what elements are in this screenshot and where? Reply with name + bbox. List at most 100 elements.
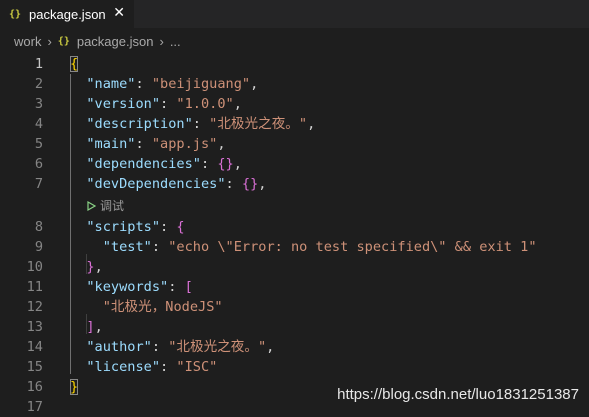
code-content: ], xyxy=(70,317,103,337)
code-token: : xyxy=(225,176,242,192)
code-content: "keywords": [ xyxy=(70,277,192,297)
code-token: "name" xyxy=(86,76,136,92)
code-token: "ISC" xyxy=(176,359,218,375)
code-line[interactable]: 10 }, xyxy=(0,257,589,277)
code-content: "version": "1.0.0", xyxy=(70,94,242,114)
code-line[interactable]: 9 "test": "echo \"Error: no test specifi… xyxy=(0,237,589,257)
code-token: : xyxy=(151,339,169,355)
code-token: } xyxy=(86,259,95,275)
code-token: : xyxy=(151,239,169,255)
code-token: "scripts" xyxy=(86,219,161,235)
code-line[interactable]: 1{ xyxy=(0,54,589,74)
tab-bar: {} package.json ✕ xyxy=(0,0,589,28)
codelens-debug[interactable]: 调试 xyxy=(86,197,124,215)
tab-package-json[interactable]: {} package.json ✕ xyxy=(0,0,134,28)
line-number: 7 xyxy=(34,176,43,192)
code-token: : xyxy=(135,76,152,92)
code-content: "scripts": { xyxy=(70,217,184,237)
line-number: 4 xyxy=(34,116,43,132)
code-token: , xyxy=(307,116,316,132)
play-icon xyxy=(87,201,96,211)
close-icon[interactable]: ✕ xyxy=(113,5,125,21)
code-token: "北极光之夜。" xyxy=(209,116,308,132)
code-token: "test" xyxy=(102,239,152,255)
code-token: , xyxy=(266,339,275,355)
line-number: 6 xyxy=(34,156,43,172)
code-token: { xyxy=(70,56,79,72)
chevron-right-icon: › xyxy=(47,34,52,49)
breadcrumb-item-package-json[interactable]: package.json xyxy=(77,34,154,49)
breadcrumb-item-more[interactable]: ... xyxy=(170,34,181,49)
code-token: , xyxy=(94,259,103,275)
code-token: , xyxy=(233,156,242,172)
code-line[interactable]: 12 "北极光，NodeJS" xyxy=(0,297,589,317)
code-content: "license": "ISC" xyxy=(70,357,217,377)
line-number: 2 xyxy=(34,76,43,92)
code-content: "test": "echo \"Error: no test specified… xyxy=(70,237,537,257)
code-line[interactable]: 13 ], xyxy=(0,317,589,337)
code-token: "version" xyxy=(86,96,161,112)
line-number: 11 xyxy=(26,279,43,295)
line-number: 17 xyxy=(26,399,43,415)
code-line[interactable]: 6 "dependencies": {}, xyxy=(0,154,589,174)
code-content: } xyxy=(70,377,79,397)
line-number: 14 xyxy=(26,339,43,355)
line-number: 12 xyxy=(26,299,43,315)
line-number: 10 xyxy=(26,259,43,275)
code-token: "北极光之夜。" xyxy=(168,339,267,355)
code-line[interactable]: 11 "keywords": [ xyxy=(0,277,589,297)
code-line[interactable]: 8 "scripts": { xyxy=(0,217,589,237)
code-token: , xyxy=(233,96,242,112)
code-token: : xyxy=(168,279,185,295)
code-token: "author" xyxy=(86,339,152,355)
code-line[interactable]: 5 "main": "app.js", xyxy=(0,134,589,154)
line-number: 15 xyxy=(26,359,43,375)
code-line[interactable]: 15 "license": "ISC" xyxy=(0,357,589,377)
code-token: : xyxy=(160,219,177,235)
json-file-icon: {} xyxy=(57,36,70,47)
code-token: "devDependencies" xyxy=(86,176,226,192)
line-number: 16 xyxy=(26,379,43,395)
line-number: 13 xyxy=(26,319,43,335)
code-token: "beijiguang" xyxy=(151,76,251,92)
line-number: 3 xyxy=(34,96,43,112)
code-token: : xyxy=(200,156,218,172)
code-token: ] xyxy=(86,319,95,335)
code-token: "main" xyxy=(86,136,136,152)
code-token: , xyxy=(94,319,103,335)
code-line[interactable]: 4 "description": "北极光之夜。", xyxy=(0,114,589,134)
code-token: : xyxy=(160,96,177,112)
code-content: { xyxy=(70,54,79,74)
code-line[interactable]: 14 "author": "北极光之夜。", xyxy=(0,337,589,357)
breadcrumb-item-work[interactable]: work xyxy=(14,34,41,49)
code-token: "echo \"Error: no test specified\" && ex… xyxy=(168,239,537,255)
code-token: "keywords" xyxy=(86,279,169,295)
code-line[interactable]: 3 "version": "1.0.0", xyxy=(0,94,589,114)
tab-label: package.json xyxy=(29,6,106,22)
code-token: , xyxy=(250,76,259,92)
code-line[interactable]: 7 "devDependencies": {}, xyxy=(0,174,589,194)
json-file-icon: {} xyxy=(9,8,22,20)
code-token: , xyxy=(258,176,267,192)
code-content: "dependencies": {}, xyxy=(70,154,242,174)
code-line[interactable]: 2 "name": "beijiguang", xyxy=(0,74,589,94)
chevron-right-icon: › xyxy=(159,34,164,49)
code-token: : xyxy=(192,116,210,132)
code-token: "北极光，NodeJS" xyxy=(102,299,223,315)
code-content: "name": "beijiguang", xyxy=(70,74,258,94)
code-editor[interactable]: 调试 1{2 "name": "beijiguang", 3 "version":… xyxy=(0,54,589,415)
code-token: : xyxy=(135,136,152,152)
watermark: https://blog.csdn.net/luo1831251387 xyxy=(337,386,579,403)
